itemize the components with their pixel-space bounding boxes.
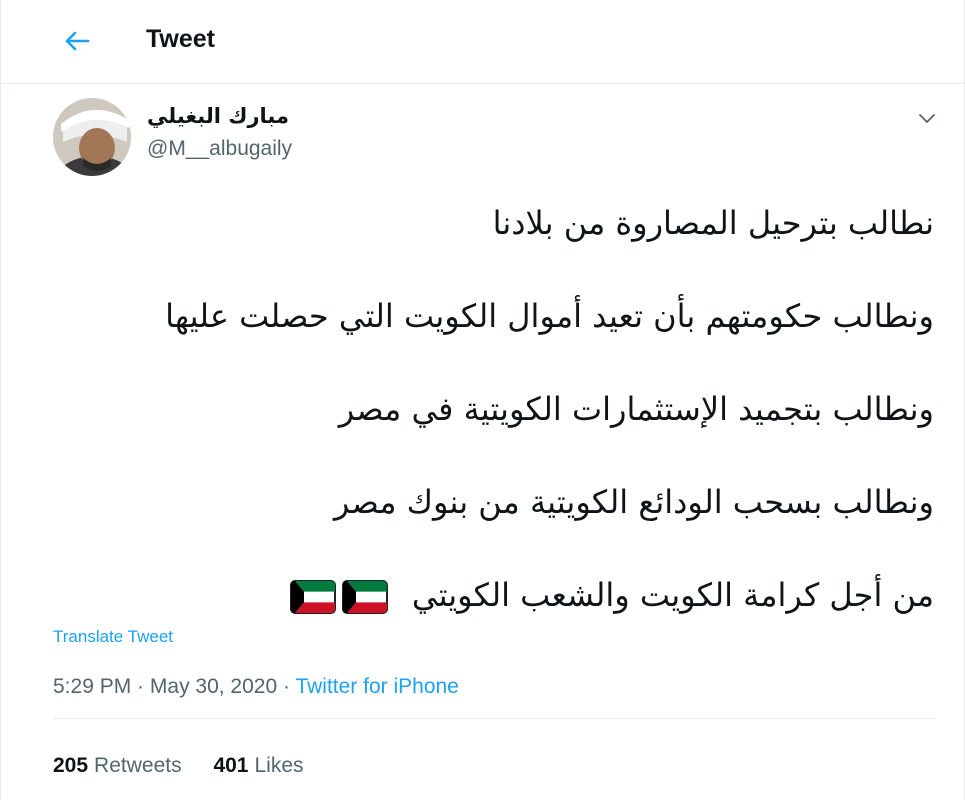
kuwait-flag-icon bbox=[289, 580, 336, 614]
author-name[interactable]: مبارك البغيلي bbox=[147, 104, 289, 128]
tweet-time[interactable]: 5:29 PM bbox=[53, 675, 131, 698]
chevron-down-icon bbox=[919, 114, 935, 123]
likes-label: Likes bbox=[254, 754, 304, 777]
tweet-metadata: 5:29 PM · May 30, 2020 · Twitter for iPh… bbox=[53, 675, 459, 699]
divider bbox=[53, 718, 936, 719]
page-title: Tweet bbox=[146, 25, 215, 53]
meta-separator: · bbox=[131, 675, 150, 698]
retweets-label: Retweets bbox=[94, 754, 182, 777]
back-button[interactable] bbox=[57, 24, 97, 58]
tweet-line: من أجل كرامة الكويت والشعب الكويتي bbox=[411, 576, 934, 614]
tweet-date[interactable]: May 30, 2020 bbox=[150, 675, 277, 698]
page-header: Tweet bbox=[1, 0, 964, 84]
tweet-line: ونطالب بسحب الودائع الكويتية من بنوك مصر bbox=[333, 483, 934, 521]
tweet-line: ونطالب بتجميد الإستثمارات الكويتية في مص… bbox=[338, 390, 934, 428]
meta-separator: · bbox=[277, 675, 296, 698]
likes-count: 401 bbox=[213, 754, 249, 777]
flag-emojis bbox=[289, 580, 388, 614]
avatar[interactable] bbox=[53, 98, 131, 176]
tweet-line-last: من أجل كرامة الكويت والشعب الكويتي bbox=[54, 572, 934, 618]
more-options-button[interactable] bbox=[913, 106, 941, 130]
translate-tweet-link[interactable]: Translate Tweet bbox=[53, 627, 173, 647]
avatar-image bbox=[53, 98, 131, 176]
arrow-left-icon bbox=[65, 31, 90, 51]
kuwait-flag-icon bbox=[341, 580, 388, 614]
retweets-stat[interactable]: 205 Retweets bbox=[53, 754, 182, 777]
tweet-text: نطالب بترحيل المصاروة من بلادنا ونطالب ح… bbox=[54, 200, 934, 665]
tweet-source-link[interactable]: Twitter for iPhone bbox=[295, 675, 458, 698]
tweet-line: نطالب بترحيل المصاروة من بلادنا bbox=[492, 204, 934, 242]
tweet-line: ونطالب حكومتهم بأن تعيد أموال الكويت الت… bbox=[165, 297, 934, 335]
tweet-stats: 205 Retweets 401 Likes bbox=[53, 754, 330, 778]
tweet-page: Tweet مبارك البغيلي @M__albugaily نطالب … bbox=[0, 0, 965, 800]
author-handle[interactable]: @M__albugaily bbox=[147, 137, 292, 161]
likes-stat[interactable]: 401 Likes bbox=[213, 754, 303, 777]
retweets-count: 205 bbox=[53, 754, 89, 777]
